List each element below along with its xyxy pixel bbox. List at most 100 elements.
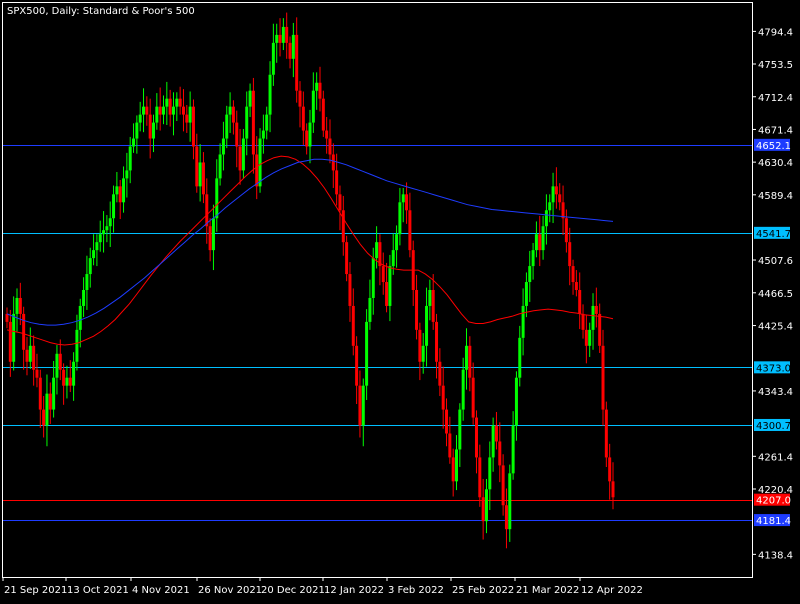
candle-body bbox=[185, 114, 189, 123]
candle-body bbox=[551, 186, 555, 203]
candle-body bbox=[494, 425, 498, 442]
candle-body bbox=[501, 465, 505, 506]
candle-body bbox=[588, 329, 592, 346]
y-tick-label: 4507.6 bbox=[758, 256, 793, 267]
candle-body bbox=[518, 337, 522, 378]
candle-body bbox=[105, 226, 109, 231]
candle-body bbox=[381, 266, 385, 283]
candle-body bbox=[245, 106, 249, 139]
candle-body bbox=[125, 170, 129, 179]
candle-body bbox=[62, 369, 66, 386]
candle-body bbox=[534, 234, 538, 251]
candle-body bbox=[198, 162, 202, 187]
candle-body bbox=[215, 178, 219, 219]
candle-body bbox=[351, 305, 355, 346]
x-tick-label: 12 Jan 2022 bbox=[324, 585, 384, 596]
candle-body bbox=[401, 194, 405, 203]
chart-title: SPX500, Daily: Standard & Poor's 500 bbox=[7, 6, 195, 17]
candle-body bbox=[251, 90, 255, 155]
candle-body bbox=[5, 313, 9, 322]
x-tick-label: 25 Feb 2022 bbox=[452, 585, 514, 596]
candle-body bbox=[521, 305, 525, 338]
candle-body bbox=[448, 433, 452, 458]
candle-body bbox=[288, 42, 292, 59]
candle-body bbox=[138, 114, 142, 123]
y-tick-label: 4589.4 bbox=[758, 191, 793, 202]
candle-body bbox=[68, 377, 72, 386]
candle-body bbox=[48, 393, 52, 410]
candle-body bbox=[441, 385, 445, 410]
candle-body bbox=[108, 218, 112, 227]
candle-body bbox=[478, 457, 482, 498]
x-tick-label: 26 Nov 2021 bbox=[198, 585, 262, 596]
plot-frame bbox=[2, 2, 753, 578]
candle-body bbox=[468, 345, 472, 378]
candle-body bbox=[88, 258, 92, 275]
candle-body bbox=[271, 42, 275, 75]
candle-body bbox=[102, 230, 106, 235]
candle-body bbox=[544, 210, 548, 227]
candle-body bbox=[32, 345, 36, 370]
x-tick-label: 13 Oct 2021 bbox=[67, 585, 129, 596]
candle-body bbox=[538, 234, 542, 251]
candle-body bbox=[158, 106, 162, 115]
candle-body bbox=[568, 242, 572, 267]
candle-body bbox=[25, 349, 29, 362]
candle-body bbox=[435, 321, 439, 362]
candle-body bbox=[348, 274, 352, 306]
candle-body bbox=[321, 98, 325, 131]
candle-body bbox=[175, 98, 179, 107]
candle-body bbox=[571, 266, 575, 283]
candle-body bbox=[564, 218, 568, 243]
y-tick-label: 4261.4 bbox=[758, 452, 793, 463]
level-tag-label: 4181.4 bbox=[756, 516, 791, 527]
candle-body bbox=[481, 497, 485, 522]
candle-body bbox=[98, 234, 102, 243]
candle-body bbox=[584, 329, 588, 346]
candle-body bbox=[28, 345, 32, 362]
candle-body bbox=[181, 106, 185, 115]
candle-body bbox=[445, 409, 449, 434]
candle-body bbox=[132, 138, 136, 147]
candle-body bbox=[211, 218, 215, 251]
candle-body bbox=[598, 313, 602, 346]
candle-body bbox=[195, 146, 199, 187]
y-tick-label: 4138.4 bbox=[758, 550, 793, 561]
candle-body bbox=[35, 369, 39, 378]
candle-body bbox=[428, 290, 432, 306]
candle-body bbox=[152, 122, 156, 139]
level-tag-label: 4300.7 bbox=[756, 421, 791, 432]
candle-body bbox=[285, 26, 289, 43]
candle-body bbox=[75, 329, 79, 362]
candle-body bbox=[508, 473, 512, 530]
candle-body bbox=[368, 297, 372, 322]
candle-body bbox=[205, 194, 209, 227]
candle-body bbox=[325, 130, 329, 139]
candle-body bbox=[451, 457, 455, 482]
candle-body bbox=[408, 210, 412, 251]
candle-body bbox=[328, 138, 332, 155]
x-tick-label: 21 Mar 2022 bbox=[516, 585, 579, 596]
candle-body bbox=[461, 369, 465, 410]
candle-body bbox=[45, 393, 49, 426]
candle-body bbox=[341, 210, 345, 243]
candle-body bbox=[191, 106, 195, 147]
candle-body bbox=[268, 74, 272, 115]
candle-body bbox=[145, 106, 149, 115]
x-tick-label: 20 Dec 2021 bbox=[261, 585, 325, 596]
candle-body bbox=[471, 377, 475, 418]
candle-body bbox=[221, 138, 225, 155]
y-tick-label: 4630.4 bbox=[758, 158, 793, 169]
y-tick-label: 4671.4 bbox=[758, 125, 793, 136]
candle-body bbox=[338, 194, 342, 211]
candle-body bbox=[148, 114, 152, 139]
candle-body bbox=[511, 425, 515, 474]
candle-body bbox=[8, 321, 12, 362]
candle-body bbox=[531, 250, 535, 267]
candle-body bbox=[231, 106, 235, 123]
candle-body bbox=[318, 82, 322, 99]
candle-body bbox=[238, 146, 242, 171]
candle-body bbox=[135, 122, 139, 139]
candle-body bbox=[331, 154, 335, 171]
chart-svg: 4794.4 4753.5 4712.4 4671.4 4630.4 4589.4 4507… bbox=[2, 2, 793, 596]
